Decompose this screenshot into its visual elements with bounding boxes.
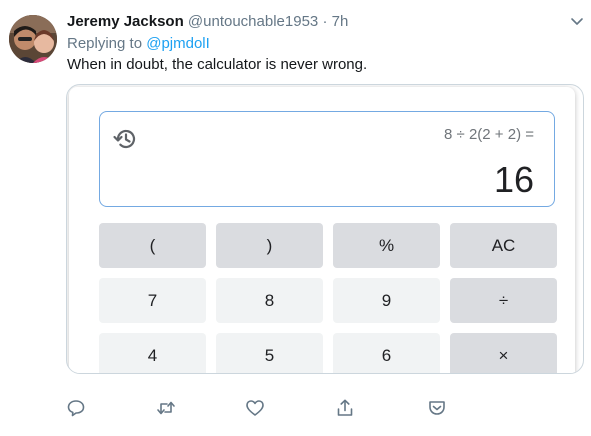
key-all-clear[interactable]: AC: [450, 223, 557, 268]
pocket-icon[interactable]: [427, 398, 447, 418]
share-icon[interactable]: [335, 398, 355, 418]
key-6[interactable]: 6: [333, 333, 440, 373]
separator-dot: ·: [322, 13, 328, 30]
like-icon[interactable]: [245, 398, 265, 418]
timestamp[interactable]: 7h: [332, 13, 349, 30]
calculator-result: 16: [493, 159, 534, 200]
key-4[interactable]: 4: [99, 333, 206, 373]
key-percent[interactable]: %: [333, 223, 440, 268]
key-9[interactable]: 9: [333, 278, 440, 323]
key-5[interactable]: 5: [216, 333, 323, 373]
key-7[interactable]: 7: [99, 278, 206, 323]
tweet: Jeremy Jackson @untouchable1953 · 7h Rep…: [0, 0, 591, 436]
calculator-expression: 8 ÷ 2(2 + 2) =: [444, 126, 534, 143]
key-8[interactable]: 8: [216, 278, 323, 323]
reply-icon[interactable]: [66, 398, 86, 418]
key-divide[interactable]: ÷: [450, 278, 557, 323]
tweet-media[interactable]: 8 ÷ 2(2 + 2) = 16 ()% AC 7 8 9 ÷ 4 5 6 ×: [66, 84, 584, 374]
key-multiply[interactable]: ×: [450, 333, 557, 373]
tweet-header: Jeremy Jackson @untouchable1953 · 7h: [67, 12, 348, 32]
author-name[interactable]: Jeremy Jackson: [67, 13, 184, 30]
avatar-image: [9, 15, 57, 63]
retweet-icon[interactable]: [156, 398, 176, 418]
tweet-text: When in doubt, the calculator is never w…: [67, 56, 368, 73]
replying-to-label: Replying to: [67, 35, 143, 52]
key-close-paren[interactable]: ): [216, 223, 323, 268]
chevron-down-icon[interactable]: [569, 13, 585, 29]
calculator-keypad: ()% AC 7 8 9 ÷ 4 5 6 ×: [99, 223, 557, 373]
calculator-display: 8 ÷ 2(2 + 2) = 16: [99, 111, 555, 207]
avatar[interactable]: [9, 15, 57, 63]
replying-to: Replying to @pjmdolI: [67, 34, 210, 54]
replying-to-mention[interactable]: @pjmdolI: [146, 35, 210, 52]
tweet-actions: [0, 398, 591, 418]
history-icon[interactable]: [112, 126, 138, 152]
key-open-paren[interactable]: (: [99, 223, 206, 268]
calculator-card: 8 ÷ 2(2 + 2) = 16 ()% AC 7 8 9 ÷ 4 5 6 ×: [69, 87, 575, 373]
author-handle[interactable]: @untouchable1953: [188, 13, 318, 30]
